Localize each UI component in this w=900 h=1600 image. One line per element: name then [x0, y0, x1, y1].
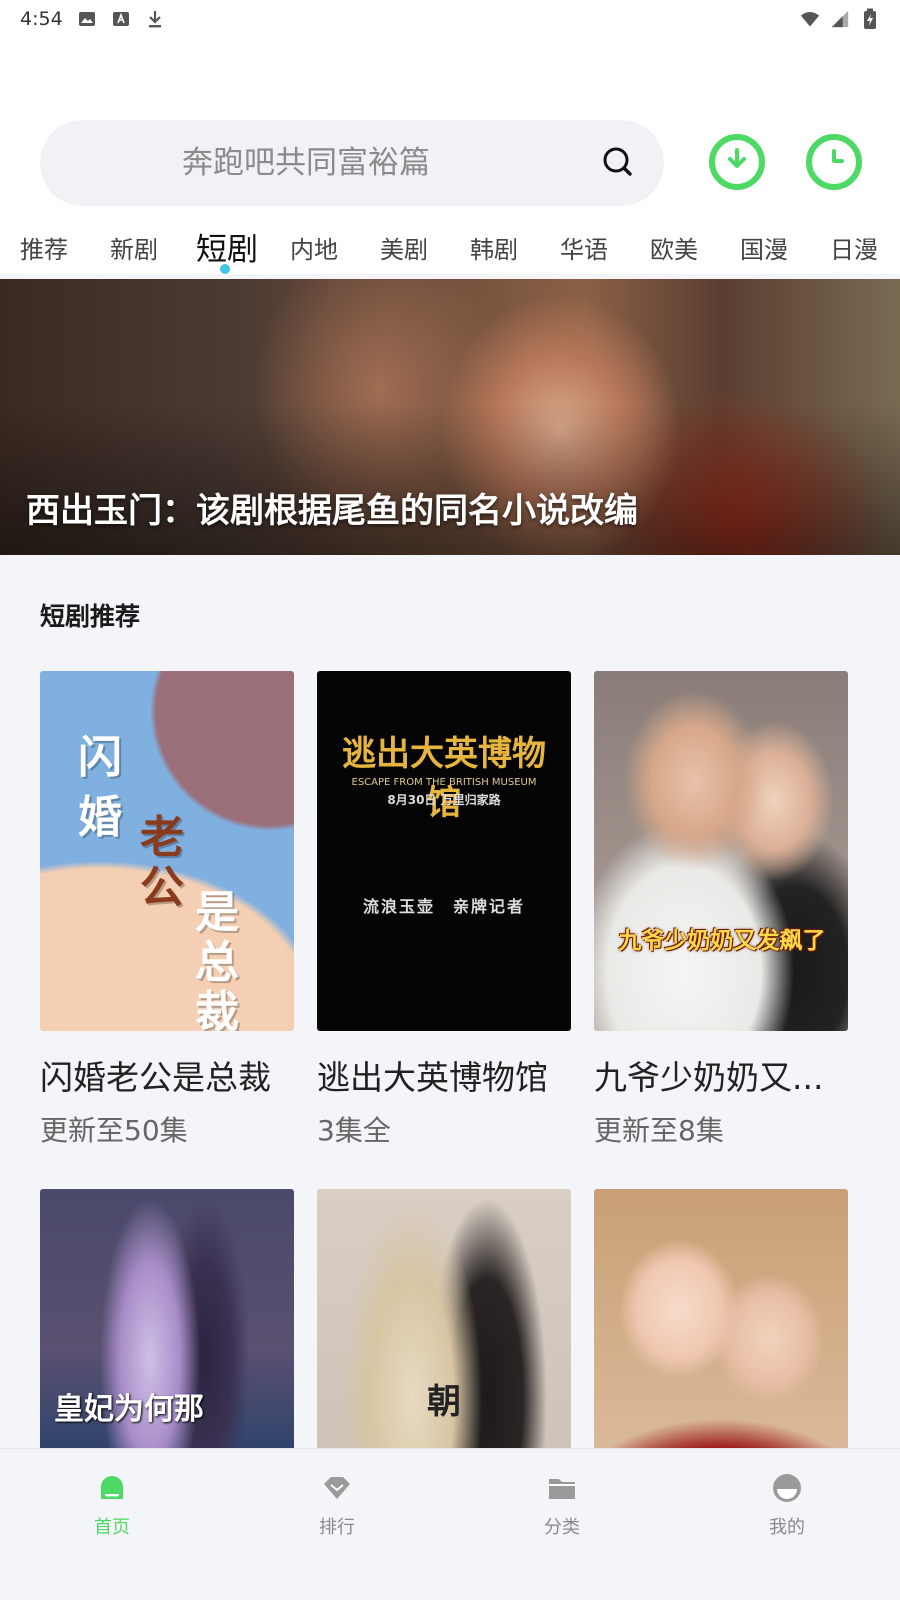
section-title: 短剧推荐 [40, 602, 141, 631]
drama-poster[interactable]: 九爷少奶奶又发飙了 [594, 671, 848, 1031]
banner-title: 西出玉门：该剧根据尾鱼的同名小说改编 [26, 491, 638, 531]
poster-subtitle: ESCAPE FROM THE BRITISH MUSEUM [351, 777, 537, 788]
tab-chinese[interactable]: 华语 [560, 230, 608, 265]
home-icon [97, 1473, 127, 1503]
poster-text: 裁 [195, 987, 239, 1031]
drama-title: 逃出大英博物馆 [317, 1058, 548, 1097]
drama-card[interactable]: 逃出大英博物馆 ESCAPE FROM THE BRITISH MUSEUM 8… [317, 671, 571, 1149]
nav-category[interactable]: 分类 [502, 1473, 622, 1539]
drama-poster[interactable]: 逃出大英博物馆 ESCAPE FROM THE BRITISH MUSEUM 8… [317, 671, 571, 1031]
drama-title: 闪婚老公是总裁 [40, 1058, 271, 1097]
poster-text: 闪 [78, 732, 122, 783]
drama-card[interactable]: 九爷少奶奶又发飙了 九爷少奶奶又... 更新至8集 [594, 671, 848, 1149]
tab-short-drama[interactable]: 短剧 [196, 224, 258, 269]
poster-text: 婚 [78, 792, 122, 843]
drama-card[interactable]: 闪 婚 老 公 是 总 裁 闪婚老公是总裁 更新至50集 [40, 671, 294, 1149]
signal-icon [830, 9, 850, 29]
status-time: 4:54 [20, 8, 63, 30]
nav-profile[interactable]: 我的 [727, 1473, 847, 1539]
featured-banner[interactable]: 西出玉门：该剧根据尾鱼的同名小说改编 [0, 279, 900, 555]
image-notification-icon [77, 9, 97, 29]
tab-japanese-anime[interactable]: 日漫 [830, 230, 878, 265]
category-tabs: 推荐 新剧 短剧 内地 美剧 韩剧 华语 欧美 国漫 日漫 [0, 218, 900, 274]
history-button[interactable] [806, 134, 862, 190]
folder-icon [547, 1473, 577, 1503]
nav-label: 分类 [544, 1517, 580, 1538]
poster-title: 朝 [427, 1382, 461, 1422]
app-root: 4:54 奔跑吧共同富裕篇 推荐 新剧 短剧 内地 美剧 韩剧 华语 欧美 国漫… [0, 0, 900, 1600]
drama-episodes: 更新至8集 [594, 1114, 724, 1147]
nav-label: 首页 [94, 1517, 130, 1538]
wifi-icon [800, 9, 820, 29]
tab-mainland[interactable]: 内地 [290, 230, 338, 265]
text-notification-icon [111, 9, 131, 29]
clock-icon [819, 145, 849, 179]
download-button[interactable] [709, 134, 765, 190]
search-bar[interactable]: 奔跑吧共同富裕篇 [40, 120, 664, 206]
nav-ranking[interactable]: 排行 [277, 1473, 397, 1539]
drama-episodes: 更新至50集 [40, 1114, 188, 1147]
tab-us[interactable]: 美剧 [380, 230, 428, 265]
tab-korean[interactable]: 韩剧 [470, 230, 518, 265]
status-bar: 4:54 [0, 0, 900, 38]
nav-label: 排行 [319, 1517, 355, 1538]
ranking-icon [322, 1473, 352, 1503]
nav-home[interactable]: 首页 [52, 1473, 172, 1539]
poster-title: 逃出大英博物馆 [342, 734, 546, 823]
download-icon [722, 145, 752, 179]
search-icon[interactable] [598, 142, 638, 182]
drama-episodes: 3集全 [317, 1114, 391, 1147]
header: 奔跑吧共同富裕篇 推荐 新剧 短剧 内地 美剧 韩剧 华语 欧美 国漫 日漫 [0, 38, 900, 274]
tab-new[interactable]: 新剧 [110, 230, 158, 265]
tab-western[interactable]: 欧美 [650, 230, 698, 265]
poster-text: 公 [140, 862, 184, 913]
search-placeholder: 奔跑吧共同富裕篇 [182, 145, 430, 181]
poster-title: 皇妃为何那 [54, 1392, 204, 1427]
poster-title: 九爷少奶奶又发飙了 [618, 928, 826, 954]
battery-icon [860, 8, 880, 29]
profile-icon [772, 1473, 802, 1503]
tab-recommend[interactable]: 推荐 [20, 230, 68, 265]
poster-date: 8月30日 万里归家路 [387, 793, 501, 807]
bottom-navigation: 首页 排行 分类 我的 [0, 1448, 900, 1600]
drama-title: 九爷少奶奶又... [594, 1058, 824, 1097]
active-tab-indicator [220, 264, 230, 274]
tab-domestic-anime[interactable]: 国漫 [740, 230, 788, 265]
nav-label: 我的 [769, 1517, 805, 1538]
poster-credits: 流浪玉壶 亲牌记者 [362, 897, 525, 916]
download-notification-icon [145, 9, 165, 29]
drama-poster[interactable]: 闪 婚 老 公 是 总 裁 [40, 671, 294, 1031]
